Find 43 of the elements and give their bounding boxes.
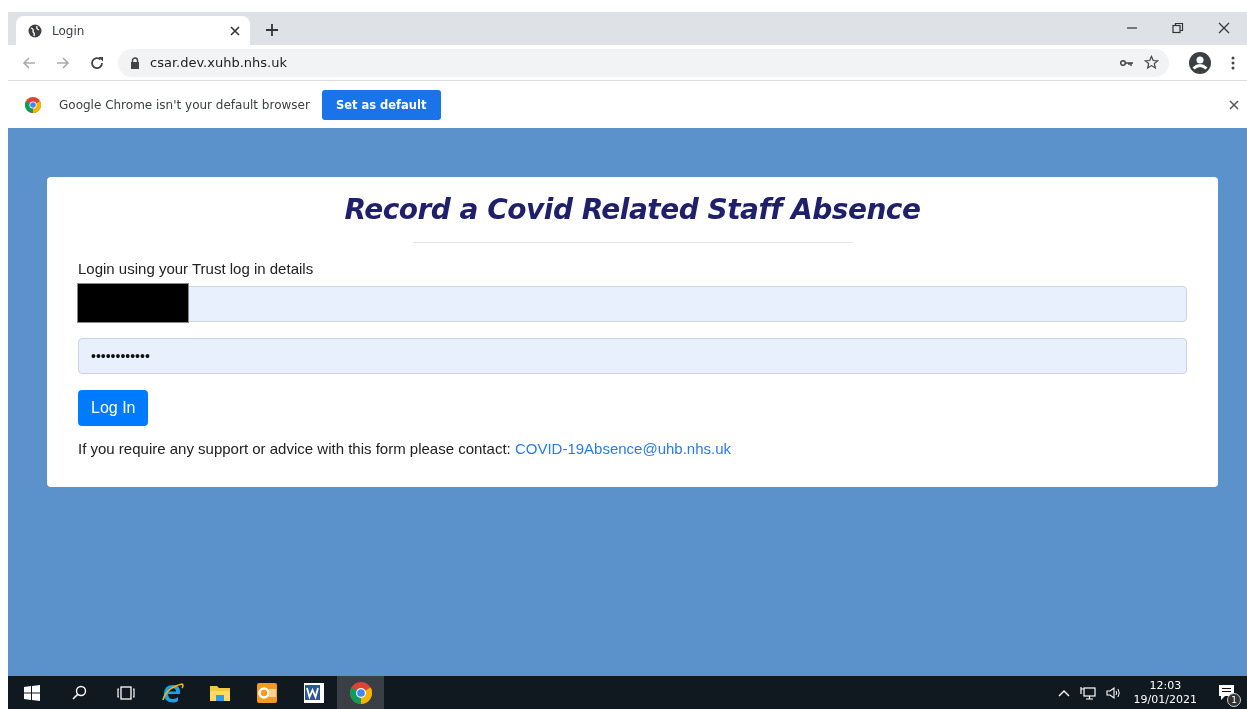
close-icon[interactable] (1229, 99, 1239, 110)
log-in-button[interactable]: Log In (78, 390, 149, 426)
browser-e-icon (161, 681, 184, 704)
notification-count: 1 (1227, 693, 1241, 707)
set-as-default-button[interactable]: Set as default (321, 89, 441, 120)
support-text: If you require any support or advice with this form please contact: COVID-19Absence@uhb.nhs.uk (78, 440, 733, 457)
windows-logo-icon[interactable] (23, 684, 40, 701)
key-icon[interactable] (1120, 58, 1134, 67)
profile-icon[interactable] (1189, 51, 1211, 74)
star-icon[interactable] (1144, 55, 1159, 70)
infobar-message: Google Chrome isn't your default browser (59, 97, 310, 112)
address-bar[interactable]: csar.dev.xuhb.nhs.uk (118, 48, 1169, 77)
instruction-text: Login using your Trust log in details (78, 260, 315, 277)
browser-tab[interactable]: Login (16, 16, 250, 45)
date-text: 19/01/2021 (1133, 692, 1197, 707)
clock[interactable]: 12:03 19/01/2021 (1133, 678, 1197, 707)
url-text: csar.dev.xuhb.nhs.uk (150, 55, 287, 70)
page-title: Record a Covid Related Staff Absence (343, 193, 922, 226)
menu-icon[interactable] (1231, 55, 1235, 70)
notification-icon[interactable] (1218, 683, 1236, 702)
document-app-icon (302, 681, 325, 704)
chevron-up-icon[interactable] (1057, 688, 1070, 697)
tab-title: Login (52, 23, 86, 38)
new-tab-icon[interactable] (266, 24, 278, 36)
folder-icon (208, 683, 231, 702)
mail-app-icon (255, 681, 278, 704)
taskbar-app[interactable] (337, 676, 384, 709)
lock-icon (130, 56, 140, 69)
time-text: 12:03 (1149, 678, 1182, 693)
email-link[interactable]: COVID-19Absence@uhb.nhs.uk (514, 440, 732, 457)
globe-icon (28, 23, 42, 38)
close-icon[interactable] (230, 25, 240, 36)
close-icon[interactable] (1218, 22, 1230, 34)
username-field[interactable] (78, 286, 1187, 322)
password-field[interactable]: •••••••••••• (78, 338, 1187, 374)
chrome-icon (25, 96, 41, 113)
reload-icon[interactable] (90, 55, 104, 70)
task-view-icon[interactable] (116, 685, 135, 700)
search-icon[interactable] (70, 684, 87, 701)
speaker-icon[interactable] (1105, 685, 1122, 700)
network-icon[interactable] (1079, 685, 1096, 700)
chrome-icon (349, 681, 372, 704)
restore-icon[interactable] (1172, 22, 1184, 34)
